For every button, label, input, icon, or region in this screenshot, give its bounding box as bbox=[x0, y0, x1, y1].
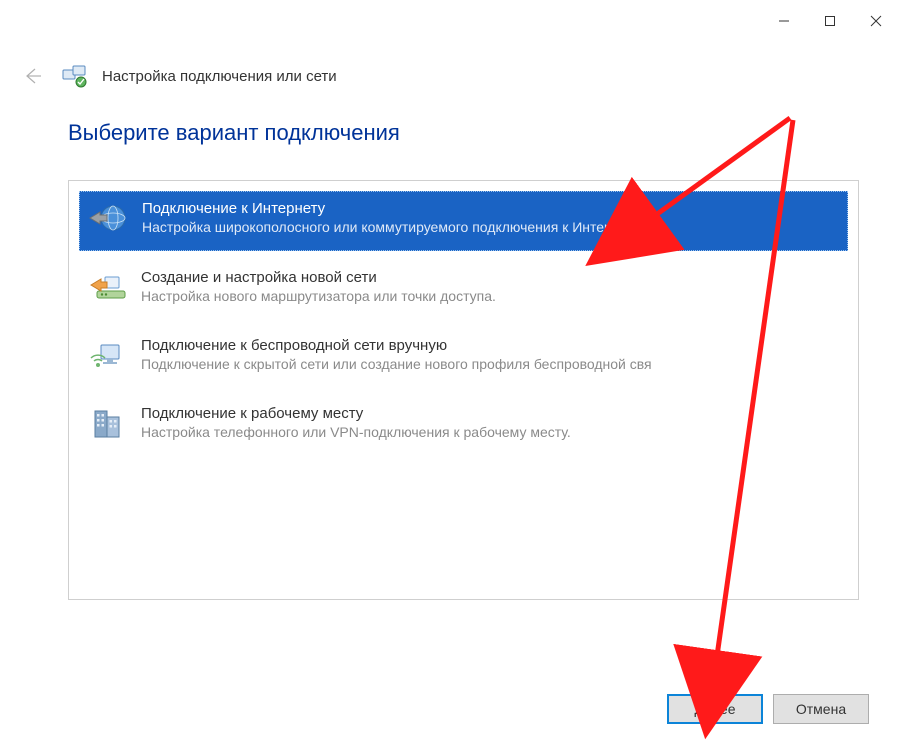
option-desc: Настройка нового маршрутизатора или точк… bbox=[141, 288, 496, 304]
option-title: Подключение к Интернету bbox=[142, 200, 643, 217]
header-bar: Настройка подключения или сети bbox=[18, 58, 881, 94]
option-new-network[interactable]: Создание и настройка новой сети Настройк… bbox=[79, 261, 848, 319]
cancel-button[interactable]: Отмена bbox=[773, 694, 869, 724]
option-desc: Настройка телефонного или VPN-подключени… bbox=[141, 424, 571, 440]
option-text: Подключение к рабочему месту Настройка т… bbox=[141, 403, 571, 440]
footer-buttons: Далее Отмена bbox=[667, 694, 869, 724]
router-icon bbox=[87, 267, 129, 309]
network-wizard-icon bbox=[60, 62, 88, 90]
window-title: Настройка подключения или сети bbox=[102, 68, 337, 85]
option-title: Подключение к рабочему месту bbox=[141, 405, 571, 422]
option-title: Подключение к беспроводной сети вручную bbox=[141, 337, 652, 354]
building-icon bbox=[87, 403, 129, 445]
globe-icon bbox=[88, 198, 130, 240]
options-list: Подключение к Интернету Настройка широко… bbox=[68, 180, 859, 600]
option-text: Подключение к Интернету Настройка широко… bbox=[142, 198, 643, 235]
minimize-button[interactable] bbox=[761, 6, 807, 36]
close-button[interactable] bbox=[853, 6, 899, 36]
option-text: Создание и настройка новой сети Настройк… bbox=[141, 267, 496, 304]
next-button[interactable]: Далее bbox=[667, 694, 763, 724]
option-text: Подключение к беспроводной сети вручную … bbox=[141, 335, 652, 372]
titlebar bbox=[0, 0, 899, 40]
option-wireless-manual[interactable]: Подключение к беспроводной сети вручную … bbox=[79, 329, 848, 387]
option-internet[interactable]: Подключение к Интернету Настройка широко… bbox=[79, 191, 848, 251]
option-title: Создание и настройка новой сети bbox=[141, 269, 496, 286]
page-heading: Выберите вариант подключения bbox=[68, 120, 859, 146]
option-desc: Настройка широкополосного или коммутируе… bbox=[142, 219, 643, 235]
back-button[interactable] bbox=[18, 62, 46, 90]
wireless-icon bbox=[87, 335, 129, 377]
maximize-button[interactable] bbox=[807, 6, 853, 36]
content-area: Выберите вариант подключения Подключение… bbox=[68, 120, 859, 600]
option-workplace[interactable]: Подключение к рабочему месту Настройка т… bbox=[79, 397, 848, 455]
wizard-window: Настройка подключения или сети Выберите … bbox=[0, 0, 899, 744]
option-desc: Подключение к скрытой сети или создание … bbox=[141, 356, 652, 372]
